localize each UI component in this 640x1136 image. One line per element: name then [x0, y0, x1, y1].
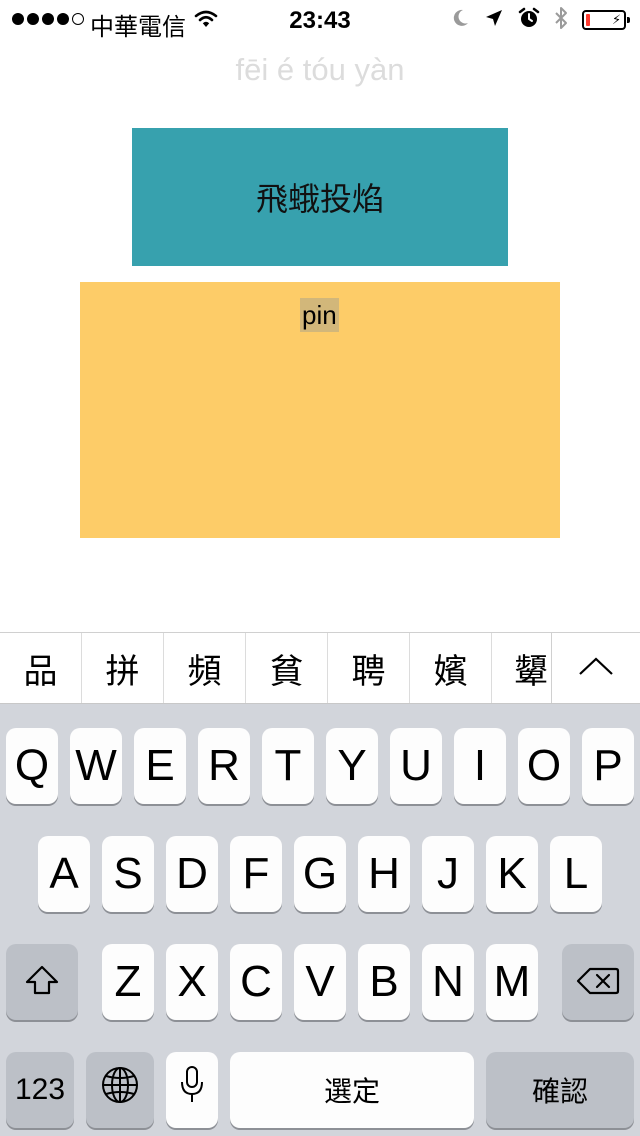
key-m[interactable]: M: [486, 944, 538, 1020]
key-j[interactable]: J: [422, 836, 474, 912]
candidate-item[interactable]: 聘: [328, 633, 410, 703]
charging-bolt-icon: ⚡: [612, 13, 622, 28]
expand-candidates-button[interactable]: [551, 633, 640, 703]
key-label: O: [526, 741, 562, 790]
key-w[interactable]: W: [70, 728, 122, 804]
key-n[interactable]: N: [422, 944, 474, 1020]
key-o[interactable]: O: [518, 728, 570, 804]
candidate-item[interactable]: 拼: [82, 633, 164, 703]
key-c[interactable]: C: [230, 944, 282, 1020]
location-arrow-icon: [484, 8, 504, 32]
key-label: H: [368, 849, 400, 898]
key-label: Q: [14, 741, 50, 790]
chevron-up-icon: [578, 656, 614, 680]
key-label: K: [497, 849, 527, 898]
key-l[interactable]: L: [550, 836, 602, 912]
return-key[interactable]: 確認: [486, 1052, 634, 1128]
shift-icon: [24, 957, 60, 1007]
key-q[interactable]: Q: [6, 728, 58, 804]
key-label: W: [75, 741, 117, 790]
pinyin-hint: fēi é tóu yàn: [235, 52, 405, 87]
key-z[interactable]: Z: [102, 944, 154, 1020]
key-label: A: [49, 849, 79, 898]
key-y[interactable]: Y: [326, 728, 378, 804]
status-bar: 中華電信 23:43 ⚡: [0, 0, 640, 41]
key-b[interactable]: B: [358, 944, 410, 1020]
key-x[interactable]: X: [166, 944, 218, 1020]
key-label: R: [208, 741, 240, 790]
microphone-icon: [179, 1065, 205, 1116]
key-label: G: [302, 849, 338, 898]
backspace-icon: [576, 957, 620, 1007]
key-f[interactable]: F: [230, 836, 282, 912]
key-label: T: [274, 741, 302, 790]
key-p[interactable]: P: [582, 728, 634, 804]
candidate-bar: 品 拼 頻 貧 聘 嬪 顰: [0, 632, 640, 704]
key-t[interactable]: T: [262, 728, 314, 804]
dictation-key[interactable]: [166, 1052, 218, 1128]
globe-key[interactable]: [86, 1052, 154, 1128]
key-label: M: [493, 957, 531, 1006]
shift-key[interactable]: [6, 944, 78, 1020]
key-label: P: [593, 741, 623, 790]
key-s[interactable]: S: [102, 836, 154, 912]
candidate-item[interactable]: 貧: [246, 633, 328, 703]
key-v[interactable]: V: [294, 944, 346, 1020]
battery-icon: ⚡: [582, 10, 630, 30]
bluetooth-icon: [554, 6, 568, 34]
key-u[interactable]: U: [390, 728, 442, 804]
key-a[interactable]: A: [38, 836, 90, 912]
answer-input-text[interactable]: pin: [300, 298, 339, 332]
key-label: 123: [14, 1073, 66, 1106]
idiom-text: 飛蛾投焰: [255, 180, 384, 218]
key-label: J: [437, 849, 459, 898]
keyboard: Q W E R T Y U I O P A S D F G H J K L Z …: [0, 704, 640, 1136]
key-i[interactable]: I: [454, 728, 506, 804]
key-label: E: [145, 741, 175, 790]
battery-level: [586, 14, 590, 26]
key-label: S: [113, 849, 143, 898]
key-label: B: [369, 957, 399, 1006]
candidate-item[interactable]: 頻: [164, 633, 246, 703]
key-label: F: [242, 849, 270, 898]
key-label: Z: [114, 957, 142, 1006]
key-label: V: [305, 957, 335, 1006]
candidate-item[interactable]: 品: [0, 633, 82, 703]
key-label: Y: [337, 741, 367, 790]
key-label: 選定: [323, 1075, 380, 1108]
key-label: 確認: [531, 1075, 588, 1108]
alarm-icon: [518, 7, 540, 33]
key-label: C: [240, 957, 272, 1006]
idiom-card: 飛蛾投焰: [132, 128, 508, 266]
key-g[interactable]: G: [294, 836, 346, 912]
key-d[interactable]: D: [166, 836, 218, 912]
key-label: D: [176, 849, 208, 898]
moon-icon: [450, 8, 470, 32]
globe-icon: [100, 1065, 140, 1116]
backspace-key[interactable]: [562, 944, 634, 1020]
candidate-item[interactable]: 顰: [492, 633, 551, 703]
key-r[interactable]: R: [198, 728, 250, 804]
key-label: N: [432, 957, 464, 1006]
key-label: L: [563, 849, 589, 898]
numbers-key[interactable]: 123: [6, 1052, 74, 1128]
key-label: I: [473, 741, 487, 790]
key-k[interactable]: K: [486, 836, 538, 912]
candidate-item[interactable]: 嬪: [410, 633, 492, 703]
key-label: U: [400, 741, 432, 790]
space-key[interactable]: 選定: [230, 1052, 474, 1128]
key-label: X: [177, 957, 207, 1006]
key-h[interactable]: H: [358, 836, 410, 912]
key-e[interactable]: E: [134, 728, 186, 804]
